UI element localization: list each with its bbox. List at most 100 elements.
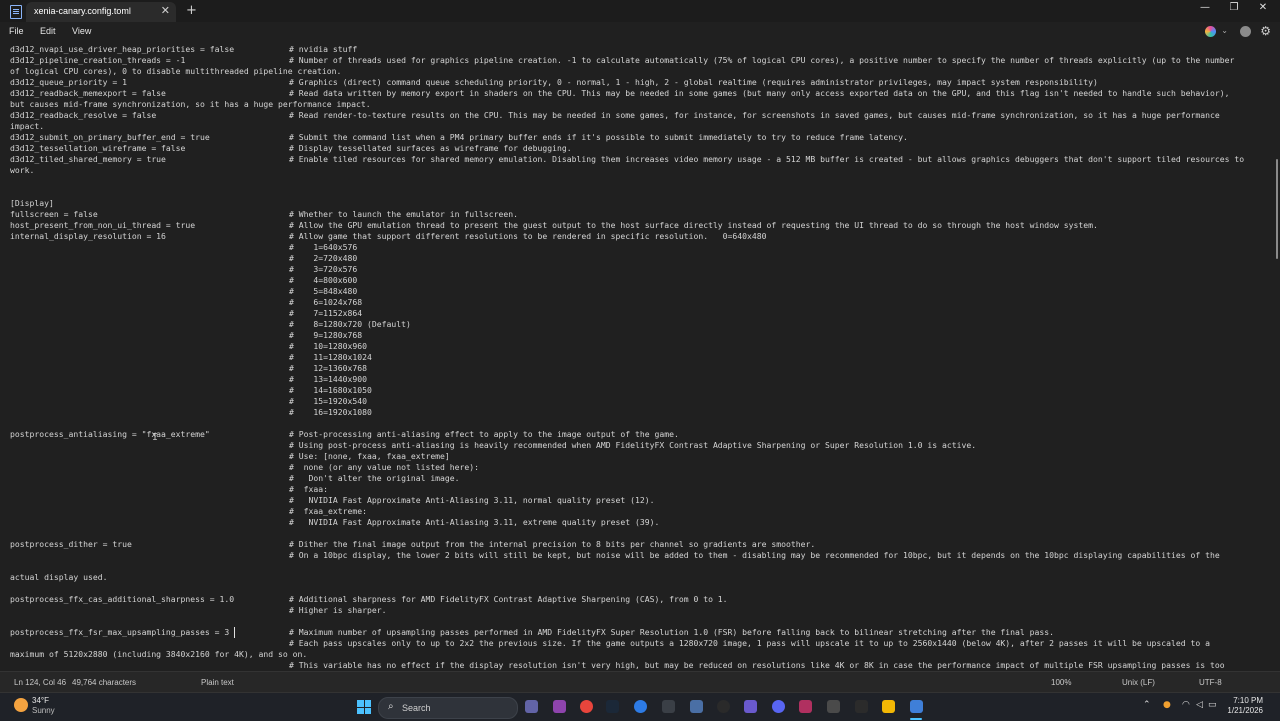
config-comment[interactable]: # fxaa_extreme: <box>289 506 367 517</box>
emulator-icon[interactable] <box>827 700 840 713</box>
config-key[interactable]: postprocess_antialiasing = "fxaa_extreme… <box>10 429 210 440</box>
editor-line[interactable]: but causes mid-frame synchronization, so… <box>0 99 1274 110</box>
config-comment[interactable]: # 13=1440x900 <box>289 374 367 385</box>
editor-line[interactable]: # 14=1680x1050 <box>0 385 1274 396</box>
config-comment[interactable]: # Whether to launch the emulator in full… <box>289 209 518 220</box>
config-comment[interactable]: # 2=720x480 <box>289 253 357 264</box>
config-comment[interactable]: # Dither the final image output from the… <box>289 539 815 550</box>
editor-line[interactable]: actual display used. <box>0 572 1274 583</box>
config-text[interactable]: actual display used. <box>10 572 107 583</box>
chrome-icon[interactable] <box>580 700 593 713</box>
config-text[interactable]: but causes mid-frame synchronization, so… <box>10 99 371 110</box>
editor-line[interactable]: # 16=1920x1080 <box>0 407 1274 418</box>
editor-line[interactable]: # 7=1152x864 <box>0 308 1274 319</box>
config-key[interactable]: d3d12_submit_on_primary_buffer_end = tru… <box>10 132 210 143</box>
editor-line[interactable]: # 10=1280x960 <box>0 341 1274 352</box>
teams-icon[interactable] <box>525 700 538 713</box>
config-key[interactable]: host_present_from_non_ui_thread = true <box>10 220 195 231</box>
editor-line[interactable]: work. <box>0 165 1274 176</box>
editor-line[interactable]: # NVIDIA Fast Approximate Anti-Aliasing … <box>0 495 1274 506</box>
zoom-level[interactable]: 100% <box>1051 678 1071 687</box>
editor-line[interactable]: maximum of 5120x2880 (including 3840x216… <box>0 649 1274 660</box>
editor-line[interactable]: host_present_from_non_ui_thread = true # … <box>0 220 1274 231</box>
editor-line[interactable]: # Use: [none, fxaa, fxaa_extreme] <box>0 451 1274 462</box>
line-ending[interactable]: Unix (LF) <box>1122 678 1155 687</box>
encoding[interactable]: UTF-8 <box>1199 678 1222 687</box>
config-comment[interactable]: # 8=1280x720 (Default) <box>289 319 411 330</box>
config-comment[interactable]: # 4=800x600 <box>289 275 357 286</box>
weather-temperature[interactable]: 34°F <box>32 696 49 705</box>
editor-line[interactable]: # none (or any value not listed here): <box>0 462 1274 473</box>
config-key[interactable]: postprocess_dither = true <box>10 539 132 550</box>
config-comment[interactable]: # Read data written by memory export in … <box>289 88 1229 99</box>
tab-xenia-config[interactable]: xenia-canary.config.toml ✕ <box>26 2 176 22</box>
start-button[interactable] <box>357 700 371 714</box>
config-text[interactable]: work. <box>10 165 34 176</box>
config-text[interactable]: impact. <box>10 121 44 132</box>
editor-line[interactable]: d3d12_readback_memexport = false # Read d… <box>0 88 1274 99</box>
config-text[interactable]: [Display] <box>10 198 54 209</box>
editor-line[interactable]: # 2=720x480 <box>0 253 1274 264</box>
editor-line[interactable]: # 13=1440x900 <box>0 374 1274 385</box>
config-key[interactable]: d3d12_readback_resolve = false <box>10 110 156 121</box>
config-comment[interactable]: # 7=1152x864 <box>289 308 362 319</box>
config-comment[interactable]: # 11=1280x1024 <box>289 352 372 363</box>
config-key[interactable]: d3d12_queue_priority = 1 <box>10 77 127 88</box>
chevron-down-icon[interactable]: ⌄ <box>1221 26 1228 35</box>
editor-line[interactable] <box>0 528 1274 539</box>
new-tab-button[interactable]: + <box>186 3 197 18</box>
editor-line[interactable]: # fxaa: <box>0 484 1274 495</box>
editor-line[interactable]: # 1=640x576 <box>0 242 1274 253</box>
config-comment[interactable]: # 14=1680x1050 <box>289 385 372 396</box>
c-app-icon[interactable] <box>717 700 730 713</box>
taskbar-search[interactable]: ⌕ Search <box>378 697 518 719</box>
config-comment[interactable]: # Use: [none, fxaa, fxaa_extreme] <box>289 451 450 462</box>
config-comment[interactable]: # On a 10bpc display, the lower 2 bits w… <box>289 550 1220 561</box>
editor-line[interactable]: # 15=1920x540 <box>0 396 1274 407</box>
editor-line[interactable]: [Display] <box>0 198 1274 209</box>
menu-file[interactable]: File <box>9 26 24 36</box>
editor-line[interactable]: # 6=1024x768 <box>0 297 1274 308</box>
cursor-position[interactable]: Ln 124, Col 46 <box>14 678 66 687</box>
config-comment[interactable]: # Enable tiled resources for shared memo… <box>289 154 1244 165</box>
config-comment[interactable]: # Display tessellated surfaces as wirefr… <box>289 143 572 154</box>
config-comment[interactable]: # Additional sharpness for AMD FidelityF… <box>289 594 728 605</box>
editor-line[interactable]: # 8=1280x720 (Default) <box>0 319 1274 330</box>
editor-line[interactable]: d3d12_submit_on_primary_buffer_end = tru… <box>0 132 1274 143</box>
maximize-button[interactable]: ❐ <box>1224 2 1244 13</box>
vertical-scrollbar[interactable] <box>1274 41 1280 671</box>
config-comment[interactable]: # 3=720x576 <box>289 264 357 275</box>
editor-line[interactable]: postprocess_ffx_cas_additional_sharpness… <box>0 594 1274 605</box>
discord-icon[interactable] <box>772 700 785 713</box>
close-button[interactable]: ✕ <box>1253 2 1273 13</box>
config-comment[interactable]: # 5=848x480 <box>289 286 357 297</box>
editor-line[interactable]: # On a 10bpc display, the lower 2 bits w… <box>0 550 1274 561</box>
tab-close-icon[interactable]: ✕ <box>161 4 170 17</box>
weather-condition[interactable]: Sunny <box>32 706 55 715</box>
tool-app-icon[interactable] <box>855 700 868 713</box>
clock-date[interactable]: 1/21/2026 <box>1213 706 1263 715</box>
config-comment[interactable]: # NVIDIA Fast Approximate Anti-Aliasing … <box>289 495 654 506</box>
editor-line[interactable]: fullscreen = false # Whether to launch th… <box>0 209 1274 220</box>
menu-view[interactable]: View <box>72 26 91 36</box>
config-comment[interactable]: # Graphics (direct) command queue schedu… <box>289 77 1098 88</box>
file-format[interactable]: Plain text <box>201 678 234 687</box>
next-app-icon[interactable] <box>799 700 812 713</box>
editor-line[interactable]: # fxaa_extreme: <box>0 506 1274 517</box>
config-comment[interactable]: # Using post-process anti-aliasing is he… <box>289 440 976 451</box>
config-comment[interactable]: # Don't alter the original image. <box>289 473 460 484</box>
editor-line[interactable]: postprocess_dither = true # Dither the fi… <box>0 539 1274 550</box>
file-explorer-icon[interactable] <box>882 700 895 713</box>
clock-time[interactable]: 7:10 PM <box>1223 696 1263 705</box>
editor-line[interactable]: d3d12_tessellation_wireframe = false # Di… <box>0 143 1274 154</box>
editor-line[interactable] <box>0 187 1274 198</box>
xbox-app-icon[interactable] <box>690 700 703 713</box>
config-comment[interactable]: # fxaa: <box>289 484 328 495</box>
copilot-icon[interactable] <box>1205 26 1216 37</box>
config-text[interactable]: of logical CPU cores), 0 to disable mult… <box>10 66 341 77</box>
editor-line[interactable]: of logical CPU cores), 0 to disable mult… <box>0 66 1274 77</box>
config-comment[interactable]: # Post-processing anti-aliasing effect t… <box>289 429 679 440</box>
editor-line[interactable]: # 5=848x480 <box>0 286 1274 297</box>
editor-line[interactable]: # 12=1360x768 <box>0 363 1274 374</box>
editor-line[interactable] <box>0 176 1274 187</box>
